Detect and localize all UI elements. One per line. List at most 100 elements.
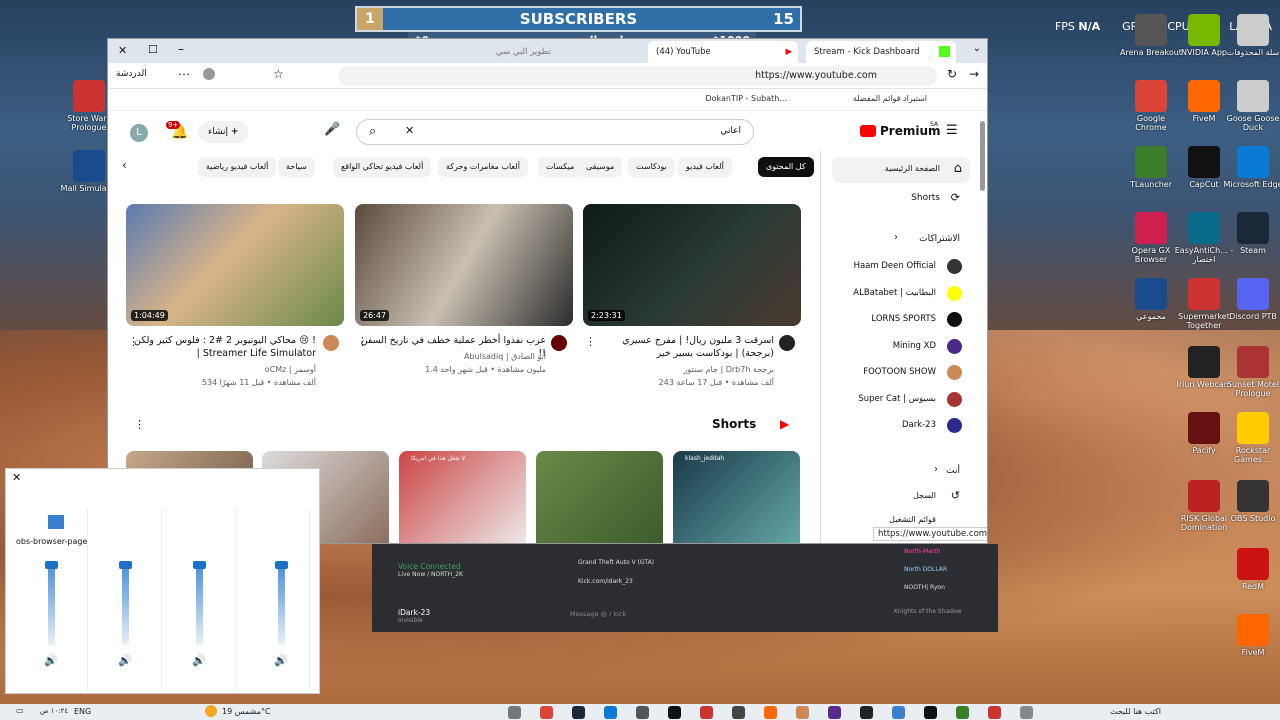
more-menu-icon[interactable]: ⋯ [178, 67, 190, 81]
short-card[interactable]: لا تفعل هذا في امريكا [399, 451, 526, 543]
notifications-icon[interactable]: ▭ [16, 706, 24, 715]
refresh-icon[interactable]: ↻ [947, 67, 957, 81]
taskbar-app-icon[interactable] [924, 706, 937, 719]
video-thumbnail[interactable]: 2:23:31 [583, 204, 801, 326]
sidebar-channel[interactable]: LORNS SPORTS [832, 310, 970, 330]
chip[interactable]: بودكاست [628, 157, 675, 177]
url-input[interactable]: https://www.youtube.com [338, 66, 937, 86]
taskbar-app-icon[interactable] [508, 706, 521, 719]
taskbar-app-icon[interactable] [796, 706, 809, 719]
sidebar-channel[interactable]: Dark-23 [832, 416, 970, 436]
video-channel[interactable]: oCMz | أوسمز [130, 364, 316, 376]
chip[interactable]: سياحة [278, 157, 315, 177]
favorite-dokantip[interactable]: DokanTIP - Subath... [705, 94, 787, 103]
voice-search-icon[interactable]: 🎤 [324, 122, 340, 137]
sidebar-item-history[interactable]: السجل ↺ [832, 487, 970, 507]
taskbar-app-icon[interactable] [572, 706, 585, 719]
chip[interactable]: كل المحتوى [758, 157, 814, 177]
chip[interactable]: ألعاب فيديو تحاكي الواقع [333, 157, 432, 177]
volume-slider[interactable] [45, 561, 58, 645]
slider-knob[interactable] [275, 561, 288, 569]
chip[interactable]: ألعاب مغامرات وحركة [438, 157, 528, 177]
sidebar-item-home[interactable]: الصفحة الرئيسية ⌂ [832, 157, 970, 183]
sidebar-channel[interactable]: Mining XD [832, 337, 970, 357]
clear-search-icon[interactable]: ✕ [405, 124, 414, 137]
chip-scroll-left-icon[interactable]: ‹ [122, 158, 127, 172]
video-title[interactable]: محاكي اليوتيوبر 2 #2 : فلوس كثير ولكن 😢 … [130, 334, 316, 360]
hamburger-menu-icon[interactable]: ☰ [946, 123, 958, 138]
sidebar-channel[interactable]: Super Cat | بسبوس [832, 390, 970, 410]
desktop-icon[interactable]: Discord PTB [1222, 278, 1280, 321]
clock[interactable]: ١٠:٢٤ ص [40, 707, 68, 715]
search-icon[interactable]: ⌕ [369, 124, 376, 139]
video-options-icon[interactable]: ⋮ [357, 335, 368, 348]
sidebar-channel[interactable]: ALBatabet | البطابيت [832, 284, 970, 304]
taskbar-app-icon[interactable] [988, 706, 1001, 719]
message-input[interactable]: Message @ / kick [570, 610, 626, 618]
voice-channel[interactable]: Live Now / NORTH_2K [398, 571, 463, 578]
slider-knob[interactable] [45, 561, 58, 569]
favorites-star-icon[interactable]: ☆ [273, 67, 284, 81]
close-window-icon[interactable]: ✕ [118, 44, 127, 57]
copilot-label[interactable]: الدردشة [116, 69, 147, 79]
account-avatar[interactable]: L [130, 124, 148, 142]
sidebar-channel[interactable]: FOOTOON SHOW [832, 363, 970, 383]
minimize-icon[interactable]: – [178, 42, 184, 56]
subscriptions-header[interactable]: الاشتراكات › [832, 231, 970, 249]
video-thumbnail[interactable]: 26:47 [355, 204, 573, 326]
desktop-icon[interactable]: Sunset Motel Prologue [1222, 346, 1280, 398]
desktop-icon[interactable]: Microsoft Edge [1222, 146, 1280, 189]
taskbar-app-icon[interactable] [732, 706, 745, 719]
profile-avatar[interactable] [203, 68, 215, 80]
video-title[interactable]: اسرقت 3 مليون ريال! | مفرج عسيري (برجحة)… [588, 334, 774, 360]
page-scrollbar[interactable] [980, 121, 985, 191]
video-channel[interactable]: جام سنتور | Drb7h برجحة [588, 364, 774, 376]
short-card[interactable]: klash_jeddah [673, 451, 800, 543]
member-name[interactable]: North DOLLAR [904, 566, 947, 573]
desktop-icon[interactable]: Steam [1222, 212, 1280, 255]
taskbar-app-icon[interactable] [1020, 706, 1033, 719]
desktop-icon[interactable]: Goose Goose Duck [1222, 80, 1280, 132]
search-input[interactable]: اعاني [720, 126, 741, 136]
tab-list-chevron-icon[interactable]: ⌄ [973, 43, 981, 54]
member-name[interactable]: North-Marth [904, 548, 940, 555]
taskbar-app-icon[interactable] [540, 706, 553, 719]
sidebar-channel[interactable]: Haam Deen Official [832, 257, 970, 277]
sidebar-item-shorts[interactable]: Shorts ⟳ [832, 187, 970, 211]
taskbar-app-icon[interactable] [860, 706, 873, 719]
desktop-icon[interactable]: RedM [1222, 548, 1280, 591]
channel-avatar[interactable] [551, 335, 567, 351]
volume-slider[interactable] [275, 561, 288, 645]
speaker-icon[interactable]: 🔊 [118, 654, 132, 667]
taskbar-app-icon[interactable] [892, 706, 905, 719]
taskbar-app-icon[interactable] [668, 706, 681, 719]
channel-avatar[interactable] [779, 335, 795, 351]
member-name[interactable]: NOOTH| Ryon [904, 584, 945, 591]
speaker-icon[interactable]: 🔊 [192, 654, 206, 667]
taskbar-app-icon[interactable] [764, 706, 777, 719]
volume-slider[interactable] [119, 561, 132, 645]
tab-youtube[interactable]: (44) YouTube ▶ [648, 41, 798, 63]
chip[interactable]: ميكسات [538, 157, 583, 177]
video-thumbnail[interactable]: 1:04:49 [126, 204, 344, 326]
youtube-logo-icon[interactable] [860, 125, 876, 137]
kick-link[interactable]: Kick.com/idark_23 [578, 578, 633, 585]
taskbar-app-icon[interactable] [956, 706, 969, 719]
maximize-icon[interactable]: ☐ [148, 43, 158, 56]
tab-kick-dashboard[interactable]: Stream - Kick Dashboard [806, 41, 956, 63]
speaker-icon[interactable]: 🔊 [44, 654, 58, 667]
volume-slider[interactable] [193, 561, 206, 645]
slider-knob[interactable] [119, 561, 132, 569]
desktop-icon[interactable]: OBS Studio [1222, 480, 1280, 523]
slider-knob[interactable] [193, 561, 206, 569]
desktop-icon[interactable]: Rockstar Games ... [1222, 412, 1280, 464]
video-options-icon[interactable]: ⋮ [585, 335, 596, 348]
channel-avatar[interactable] [323, 335, 339, 351]
sidebar-item-playlists[interactable]: قوائم التشغيل [832, 513, 970, 525]
taskbar-app-icon[interactable] [636, 706, 649, 719]
tab-subath[interactable]: تطوير البي سي [488, 41, 628, 63]
video-options-icon[interactable]: ⋮ [128, 335, 139, 348]
close-icon[interactable]: ✕ [12, 471, 21, 484]
shorts-options-icon[interactable]: ⋮ [134, 418, 145, 431]
video-channel[interactable]: Abulsadiq | أبو الصادق [360, 351, 546, 363]
